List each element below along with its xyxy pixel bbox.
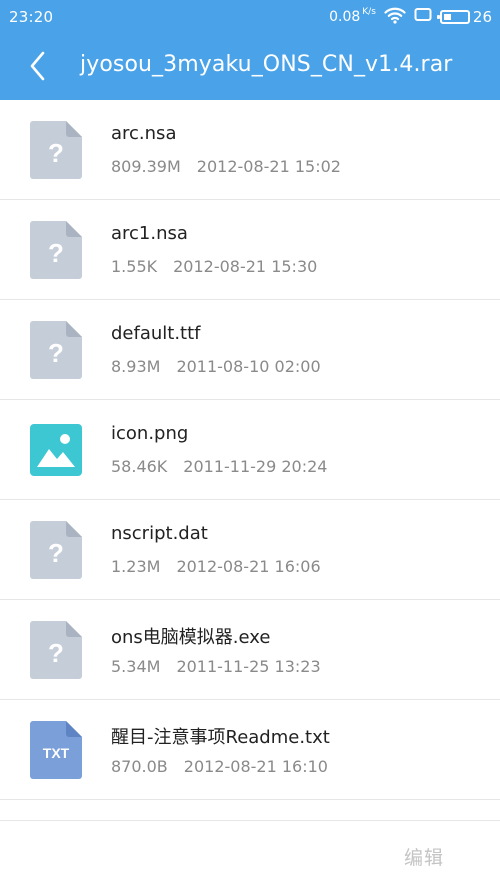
svg-text:?: ? [48,538,64,568]
file-size: 5.34M [111,657,161,676]
file-size: 8.93M [111,357,161,376]
unknown-file-icon: ? [30,321,82,379]
screen-rotation-icon [414,7,432,27]
svg-text:?: ? [48,138,64,168]
page-title: jyosou_3myaku_ONS_CN_v1.4.rar [80,52,453,77]
file-meta: 1.55K 2012-08-21 15:30 [111,257,317,276]
txt-icon-label: TXT [43,745,70,761]
file-row-arc1-nsa[interactable]: ? arc1.nsa 1.55K 2012-08-21 15:30 [0,200,500,300]
file-date: 2011-08-10 02:00 [176,357,321,376]
status-bar: 23:20 0.08 K/s 26 [0,0,500,34]
file-browser-screen: 23:20 0.08 K/s 26 jyosou_3myaku_ONS_CN_v… [0,0,500,889]
unknown-file-icon: ? [30,221,82,279]
file-row-arc-nsa[interactable]: ? arc.nsa 809.39M 2012-08-21 15:02 [0,100,500,200]
file-meta: 809.39M 2012-08-21 15:02 [111,157,341,176]
file-date: 2012-08-21 16:10 [183,757,328,776]
image-file-icon [30,421,82,479]
file-date: 2011-11-25 13:23 [176,657,321,676]
file-row-nscript-dat[interactable]: ? nscript.dat 1.23M 2012-08-21 16:06 [0,500,500,600]
file-meta: 8.93M 2011-08-10 02:00 [111,357,321,376]
file-size: 58.46K [111,457,168,476]
file-size: 809.39M [111,157,181,176]
unknown-file-icon: ? [30,621,82,679]
file-name: nscript.dat [111,523,208,544]
battery-level: 26 [472,8,492,26]
file-list: ? arc.nsa 809.39M 2012-08-21 15:02 ? arc1… [0,100,500,821]
svg-text:?: ? [48,338,64,368]
file-size: 870.0B [111,757,168,776]
file-size: 1.55K [111,257,158,276]
svg-text:?: ? [48,638,64,668]
network-speed-value: 0.08 [329,9,361,25]
status-time: 23:20 [9,8,54,26]
file-name: arc.nsa [111,123,177,144]
list-end-divider [0,800,500,821]
file-date: 2011-11-29 20:24 [183,457,328,476]
wifi-icon [384,6,406,28]
header: jyosou_3myaku_ONS_CN_v1.4.rar [0,34,500,100]
network-speed: 0.08 K/s [329,7,376,25]
file-name: icon.png [111,423,189,444]
file-date: 2012-08-21 15:02 [196,157,341,176]
file-meta: 58.46K 2011-11-29 20:24 [111,457,327,476]
network-speed-unit: K/s [362,7,376,17]
file-row-ons-exe[interactable]: ? ons电脑模拟器.exe 5.34M 2011-11-25 13:23 [0,600,500,700]
file-meta: 5.34M 2011-11-25 13:23 [111,657,321,676]
file-name: default.ttf [111,323,201,344]
file-meta: 870.0B 2012-08-21 16:10 [111,757,328,776]
file-date: 2012-08-21 16:06 [176,557,321,576]
file-size: 1.23M [111,557,161,576]
back-chevron-icon [30,51,45,81]
file-row-icon-png[interactable]: icon.png 58.46K 2011-11-29 20:24 [0,400,500,500]
unknown-file-icon: ? [30,121,82,179]
file-row-default-ttf[interactable]: ? default.ttf 8.93M 2011-08-10 02:00 [0,300,500,400]
file-meta: 1.23M 2012-08-21 16:06 [111,557,321,576]
file-date: 2012-08-21 15:30 [173,257,318,276]
back-button[interactable] [20,48,56,84]
file-name: arc1.nsa [111,223,188,244]
unknown-file-icon: ? [30,521,82,579]
file-name: ons电脑模拟器.exe [111,627,271,648]
battery-fill [443,14,451,20]
file-name: 醒目-注意事项Readme.txt [111,727,330,748]
svg-text:?: ? [48,238,64,268]
bottom-action-bar: 编辑 [0,822,500,889]
file-row-readme-txt[interactable]: TXT 醒目-注意事项Readme.txt 870.0B 2012-08-21 1… [0,700,500,800]
txt-file-icon: TXT [30,721,82,779]
battery-indicator: 26 [436,8,492,26]
status-indicators: 0.08 K/s 26 [329,6,492,28]
edit-button[interactable]: 编辑 [404,843,444,870]
battery-icon [436,10,470,24]
